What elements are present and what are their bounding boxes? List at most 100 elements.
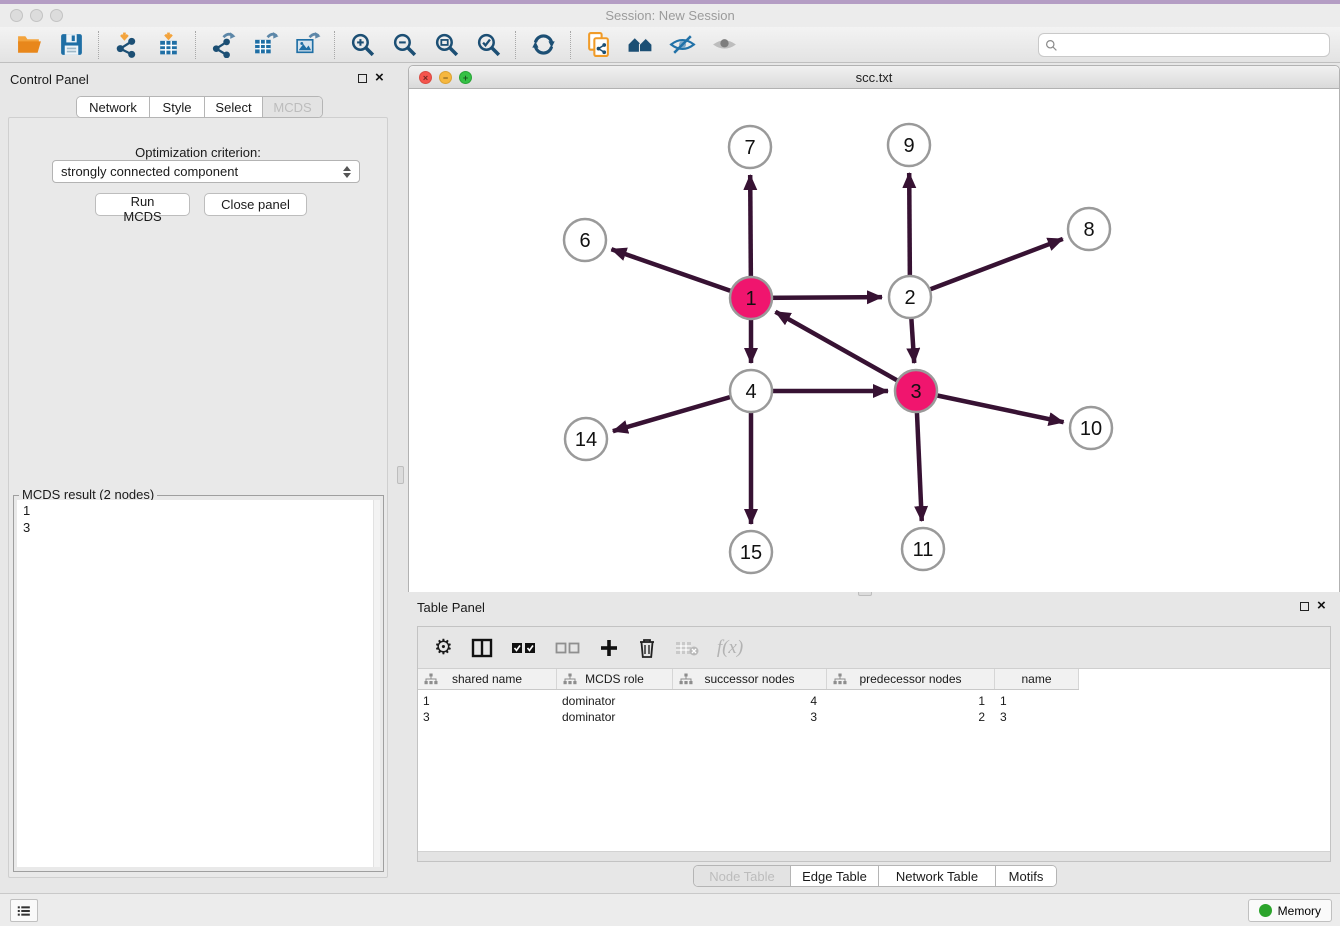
apply-function-button[interactable]: f(x) xyxy=(717,637,743,659)
network-graph[interactable]: 1 2 3 4 6 7 8 9 10 11 14 15 xyxy=(409,89,1339,592)
tab-style[interactable]: Style xyxy=(150,97,205,117)
cell-predecessor-nodes: 2 xyxy=(827,709,995,725)
export-network-button[interactable] xyxy=(208,30,238,60)
open-session-button[interactable] xyxy=(14,30,44,60)
delete-table-icon xyxy=(675,639,699,657)
node-4[interactable]: 4 xyxy=(730,370,772,412)
unselect-all-rows-button[interactable] xyxy=(555,641,581,655)
column-header-successor-nodes[interactable]: successor nodes xyxy=(673,669,827,689)
tab-network-table[interactable]: Network Table xyxy=(879,866,996,886)
hide-selected-button[interactable] xyxy=(667,30,697,60)
control-panel-float-icon[interactable] xyxy=(358,74,367,83)
node-1[interactable]: 1 xyxy=(730,277,772,319)
import-table-button[interactable] xyxy=(153,30,183,60)
columns-icon xyxy=(471,638,493,658)
edge-2-8[interactable] xyxy=(910,239,1063,297)
cell-predecessor-nodes: 1 xyxy=(827,693,995,709)
result-scrollbar[interactable] xyxy=(373,500,380,867)
export-image-icon xyxy=(294,31,321,58)
export-table-icon xyxy=(252,31,279,58)
node-8[interactable]: 8 xyxy=(1068,208,1110,250)
table-toolbar: ⚙ f(x) xyxy=(418,627,1330,669)
home-icon xyxy=(627,31,654,58)
tree-icon xyxy=(563,673,577,685)
cell-name: 3 xyxy=(995,709,1079,725)
tab-mcds[interactable]: MCDS xyxy=(263,97,322,117)
svg-text:11: 11 xyxy=(913,539,934,561)
network-window-titlebar[interactable]: × − + scc.txt xyxy=(409,66,1339,89)
tab-select[interactable]: Select xyxy=(205,97,263,117)
select-all-rows-button[interactable] xyxy=(511,641,537,655)
zoom-fit-button[interactable] xyxy=(431,30,461,60)
node-9[interactable]: 9 xyxy=(888,124,930,166)
result-line: 1 xyxy=(23,502,374,519)
run-mcds-button[interactable]: Run MCDS xyxy=(95,193,190,216)
zoom-out-button[interactable] xyxy=(389,30,419,60)
export-table-button[interactable] xyxy=(250,30,280,60)
node-2[interactable]: 2 xyxy=(889,276,931,318)
tab-network[interactable]: Network xyxy=(77,97,150,117)
column-header-shared-name[interactable]: shared name xyxy=(418,669,557,689)
delete-table-button[interactable] xyxy=(675,639,699,657)
node-11[interactable]: 11 xyxy=(902,528,944,570)
search-input[interactable] xyxy=(1062,37,1323,53)
tab-edge-table[interactable]: Edge Table xyxy=(791,866,879,886)
criterion-dropdown[interactable]: strongly connected component xyxy=(52,160,360,183)
add-column-button[interactable] xyxy=(599,638,619,658)
fx-icon: f(x) xyxy=(717,637,743,659)
zoom-selected-icon xyxy=(475,31,502,58)
column-header-mcds-role[interactable]: MCDS role xyxy=(557,669,673,689)
control-panel-close-icon[interactable]: × xyxy=(375,73,384,83)
show-all-button[interactable] xyxy=(709,30,739,60)
column-label: MCDS role xyxy=(585,672,644,686)
node-15[interactable]: 15 xyxy=(730,531,772,573)
edge-3-1[interactable] xyxy=(775,312,916,391)
column-header-name[interactable]: name xyxy=(995,669,1079,689)
zoom-selected-button[interactable] xyxy=(473,30,503,60)
table-row[interactable]: 3 dominator 3 2 3 xyxy=(418,709,1079,725)
import-network-button[interactable] xyxy=(111,30,141,60)
zoom-in-button[interactable] xyxy=(347,30,377,60)
node-3[interactable]: 3 xyxy=(895,370,937,412)
tab-motifs[interactable]: Motifs xyxy=(996,866,1056,886)
node-6[interactable]: 6 xyxy=(564,219,606,261)
memory-status-icon xyxy=(1259,904,1272,917)
table-tabs: Node Table Edge Table Network Table Moti… xyxy=(693,865,1057,887)
clone-network-button[interactable] xyxy=(583,30,613,60)
node-7[interactable]: 7 xyxy=(729,126,771,168)
home-view-button[interactable] xyxy=(625,30,655,60)
export-image-button[interactable] xyxy=(292,30,322,60)
table-options-button[interactable]: ⚙ xyxy=(434,638,453,658)
svg-text:1: 1 xyxy=(745,288,756,310)
column-label: successor nodes xyxy=(704,672,794,686)
node-10[interactable]: 10 xyxy=(1070,407,1112,449)
close-panel-button[interactable]: Close panel xyxy=(204,193,307,216)
control-panel-tabs: Network Style Select MCDS xyxy=(76,96,323,118)
table-horizontal-scrollbar[interactable] xyxy=(418,851,1330,861)
result-line: 3 xyxy=(23,519,374,536)
refresh-view-button[interactable] xyxy=(528,30,558,60)
vertical-splitter-grip[interactable] xyxy=(397,466,404,484)
open-folder-icon xyxy=(16,31,43,58)
edge-3-10[interactable] xyxy=(916,391,1064,422)
mcds-result-box: MCDS result (2 nodes) 1 3 xyxy=(13,495,384,872)
status-bar: Memory xyxy=(0,893,1340,926)
tree-icon xyxy=(424,673,438,685)
node-14[interactable]: 14 xyxy=(565,418,607,460)
network-canvas[interactable]: 1 2 3 4 6 7 8 9 10 11 14 15 xyxy=(409,89,1339,592)
table-panel-close-icon[interactable]: × xyxy=(1317,601,1326,611)
task-history-button[interactable] xyxy=(10,899,38,922)
mcds-result-text[interactable]: 1 3 xyxy=(17,500,380,867)
export-network-icon xyxy=(210,31,237,58)
table-panel-float-icon[interactable] xyxy=(1300,602,1309,611)
tab-node-table[interactable]: Node Table xyxy=(694,866,791,886)
column-header-predecessor-nodes[interactable]: predecessor nodes xyxy=(827,669,995,689)
save-session-button[interactable] xyxy=(56,30,86,60)
svg-text:14: 14 xyxy=(575,429,597,451)
show-columns-button[interactable] xyxy=(471,638,493,658)
search-field[interactable] xyxy=(1038,33,1330,57)
delete-columns-button[interactable] xyxy=(637,637,657,659)
table-row[interactable]: 1 dominator 4 1 1 xyxy=(418,693,1079,709)
svg-text:2: 2 xyxy=(904,287,915,309)
memory-button[interactable]: Memory xyxy=(1248,899,1332,922)
